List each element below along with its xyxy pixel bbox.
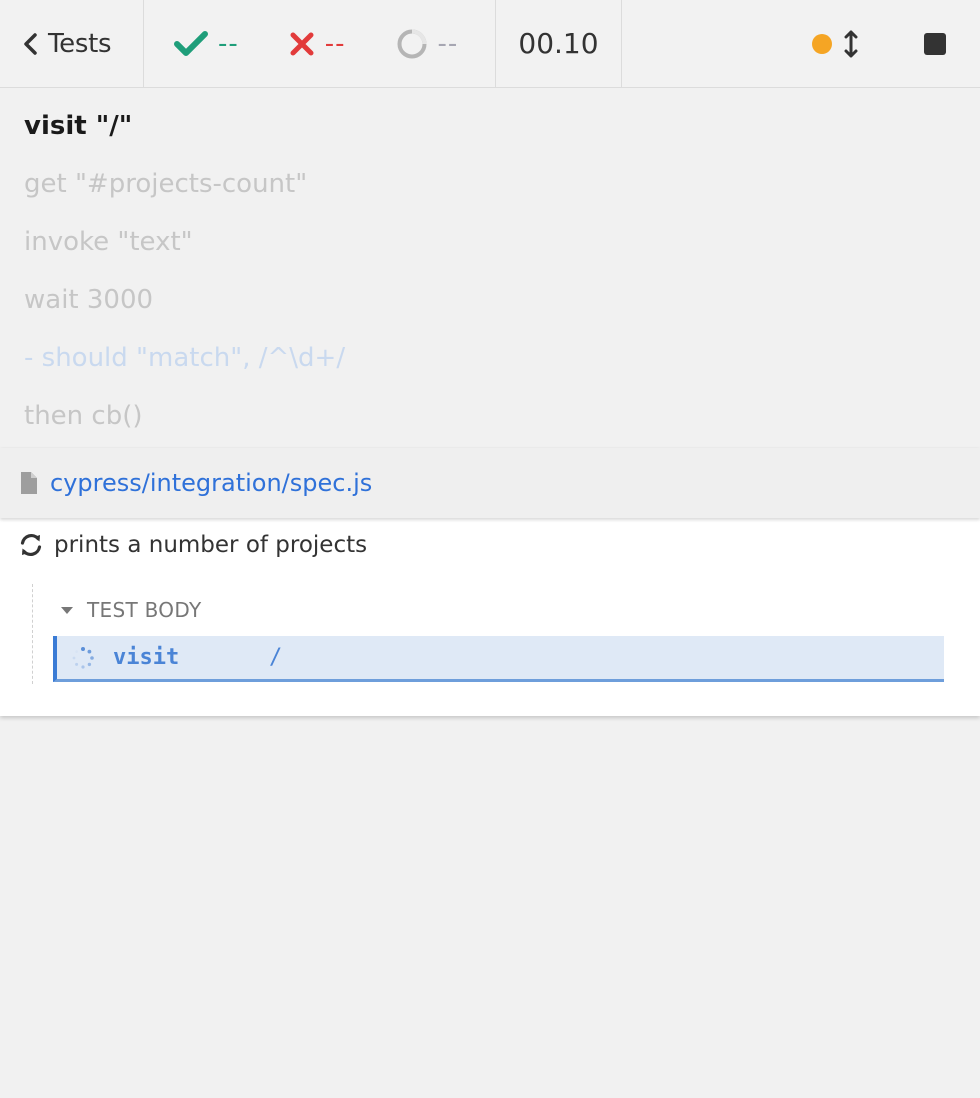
duration-value: 00.10	[518, 27, 599, 60]
commands-container: TEST BODY visit /	[32, 584, 952, 684]
spec-header: cypress/integration/spec.js	[0, 448, 980, 518]
reporter-header: Tests -- -- -- 00.10	[0, 0, 980, 88]
back-label: Tests	[48, 28, 112, 59]
back-to-tests-button[interactable]: Tests	[0, 0, 144, 87]
overlay-command: then cb()	[24, 401, 143, 431]
overlay-command: visit "/"	[24, 111, 133, 141]
hook-label: TEST BODY	[87, 598, 202, 622]
overlay-command: invoke "text"	[24, 227, 193, 257]
pending-circle-icon	[396, 28, 428, 60]
overlay-command: - should "match", /^\d+/	[24, 343, 346, 373]
x-icon	[289, 31, 315, 57]
test-body-hook[interactable]: TEST BODY	[61, 598, 201, 622]
passed-count: --	[218, 28, 239, 59]
test-name: prints a number of projects	[54, 532, 368, 558]
command-row-visit[interactable]: visit /	[53, 636, 944, 682]
runner-controls	[622, 0, 980, 87]
loading-spinner-icon	[71, 646, 95, 670]
caret-down-icon	[61, 606, 73, 614]
stop-icon[interactable]	[924, 32, 946, 55]
command-overlay: visit "/" get "#projects-count" invoke "…	[0, 89, 980, 447]
test-title[interactable]: prints a number of projects	[18, 532, 367, 558]
overlay-command: get "#projects-count"	[24, 169, 308, 199]
failed-count: --	[324, 28, 346, 59]
pending-stat: --	[396, 28, 459, 60]
duration: 00.10	[496, 0, 622, 87]
refresh-icon	[18, 532, 44, 558]
passed-stat: --	[174, 29, 239, 59]
test-stats: -- -- --	[144, 0, 496, 87]
command-method: visit	[113, 645, 180, 670]
resize-arrows-icon[interactable]	[844, 29, 858, 59]
failed-stat: --	[289, 29, 346, 59]
chevron-left-icon	[22, 32, 38, 56]
pending-count: --	[437, 28, 459, 59]
spec-panel: cypress/integration/spec.js prints a num…	[0, 448, 980, 716]
spec-file-link[interactable]: cypress/integration/spec.js	[50, 469, 372, 497]
check-icon	[174, 30, 208, 57]
running-indicator	[812, 33, 832, 54]
command-message: /	[269, 645, 283, 670]
file-icon	[20, 471, 38, 495]
cypress-runner: Tests -- -- -- 00.10 visit "/" get "#pro…	[0, 0, 980, 1098]
overlay-command: wait 3000	[24, 285, 154, 315]
